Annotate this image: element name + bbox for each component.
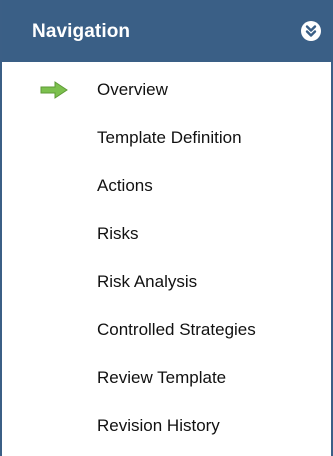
nav-item-label: Review Template (97, 368, 227, 387)
nav-item-label: Controlled Strategies (97, 320, 256, 339)
nav-item-review-template[interactable]: Review Template (2, 350, 331, 398)
nav-item-label: Revision History (97, 416, 220, 435)
nav-item-overview[interactable]: Overview (2, 62, 331, 110)
nav-item-actions[interactable]: Actions (2, 158, 331, 206)
nav-item-controlled-strategies[interactable]: Controlled Strategies (2, 302, 331, 350)
nav-item-template-definition[interactable]: Template Definition (2, 110, 331, 158)
green-arrow-right-icon (40, 81, 68, 99)
navigation-title: Navigation (32, 21, 131, 42)
navigation-list: Overview Template Definition Actions Ris… (2, 62, 331, 446)
navigation-header: Navigation (2, 0, 331, 62)
collapse-button[interactable] (301, 21, 321, 41)
nav-item-revision-history[interactable]: Revision History (2, 398, 331, 446)
nav-item-label: Risks (97, 224, 139, 243)
nav-item-label: Template Definition (97, 128, 242, 147)
navigation-panel: Navigation Overview Template Definition … (0, 0, 333, 456)
double-chevron-down-icon (305, 25, 317, 37)
nav-item-risk-analysis[interactable]: Risk Analysis (2, 254, 331, 302)
nav-item-label: Overview (97, 80, 168, 99)
nav-item-label: Risk Analysis (97, 272, 198, 291)
nav-item-risks[interactable]: Risks (2, 206, 331, 254)
nav-item-label: Actions (97, 176, 153, 195)
